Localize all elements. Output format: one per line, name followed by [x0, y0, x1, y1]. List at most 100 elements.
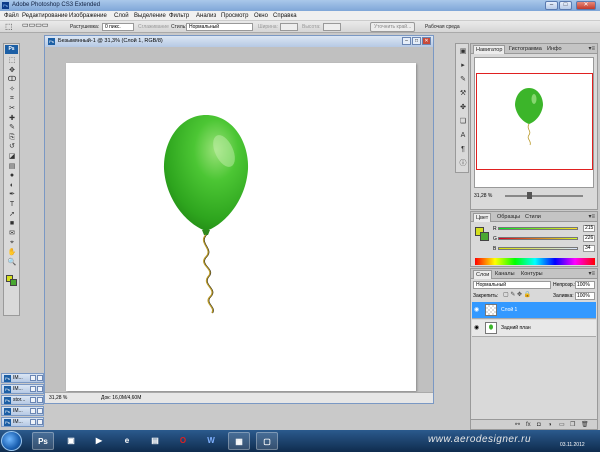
minimized-document[interactable]: Ps IM...	[1, 417, 44, 427]
character-icon[interactable]: A	[459, 132, 467, 140]
maximize-button[interactable]: □	[559, 1, 572, 10]
background-color-swatch[interactable]	[10, 279, 17, 286]
layer-row-background[interactable]: ◉ Задний план	[472, 320, 596, 337]
layers-panel-menu-icon[interactable]: ▾≡	[588, 270, 595, 278]
close-button[interactable]	[37, 397, 43, 403]
feather-input[interactable]: 0 пикс.	[102, 23, 134, 31]
blend-mode-select[interactable]: Нормальный	[473, 281, 551, 289]
layer-name[interactable]: Задний план	[501, 325, 531, 331]
menu-analysis[interactable]: Анализ	[196, 12, 216, 20]
navigator-zoom-handle[interactable]	[527, 192, 532, 199]
minimized-document[interactable]: Ps IM...	[1, 406, 44, 416]
gradient-icon[interactable]: ▤	[7, 163, 17, 170]
layer-name[interactable]: Слой 1	[501, 307, 517, 313]
selection-mode-icons[interactable]: ▭▭▭▭	[22, 22, 48, 29]
tab-layers[interactable]: Слои	[473, 270, 493, 279]
document-title-bar[interactable]: Ps Безымянный-1 @ 31,3% (Слой 1, RGB/8) …	[45, 36, 433, 47]
hand-icon[interactable]: ✋	[7, 249, 17, 256]
tab-paths[interactable]: Контуры	[519, 270, 545, 279]
blur-icon[interactable]: ●	[7, 172, 17, 179]
close-button[interactable]	[37, 386, 43, 392]
tab-color[interactable]: Цвет	[473, 213, 492, 222]
system-clock[interactable]: 03.11.2012	[560, 442, 585, 448]
antialias-checkbox[interactable]: Сглаживание	[138, 24, 169, 30]
zoom-icon[interactable]: 🔍	[7, 259, 17, 266]
tab-histogram[interactable]: Гистограмма	[507, 45, 544, 54]
channel-r-value[interactable]: 215	[583, 225, 595, 232]
trash-icon[interactable]: 🗑	[581, 421, 589, 429]
history-icon[interactable]: ▣	[459, 48, 467, 56]
doc-close-button[interactable]: ✕	[422, 37, 431, 45]
channel-b-value[interactable]: 34	[583, 245, 595, 252]
taskbar-photoshop[interactable]: Ps	[32, 432, 54, 450]
color-background-swatch[interactable]	[480, 232, 489, 241]
width-input[interactable]	[280, 23, 298, 31]
taskbar-explorer[interactable]: ▤	[144, 432, 166, 450]
tab-navigator[interactable]: Навигатор	[473, 45, 506, 54]
menu-filter[interactable]: Фильтр	[169, 12, 189, 20]
opacity-input[interactable]: 100%	[575, 281, 595, 289]
document-size[interactable]: Док: 16,0M/4,60M	[101, 395, 141, 401]
tab-styles[interactable]: Стили	[523, 213, 543, 222]
canvas-area[interactable]	[45, 47, 433, 391]
visibility-eye-icon[interactable]: ◉	[474, 307, 482, 313]
taskbar-folder[interactable]: ▢	[256, 432, 278, 450]
doc-maximize-button[interactable]: □	[412, 37, 421, 45]
layer-row-1[interactable]: ◉ Слой 1	[472, 302, 596, 319]
restore-button[interactable]	[30, 375, 36, 381]
layer-comps-icon[interactable]: ❏	[459, 118, 467, 126]
restore-button[interactable]	[30, 386, 36, 392]
refine-edge-button[interactable]: Уточнить край...	[370, 22, 416, 32]
brush-icon[interactable]: ✎	[7, 124, 17, 131]
tab-channels[interactable]: Каналы	[493, 270, 517, 279]
taskbar-network[interactable]: ▦	[228, 432, 250, 450]
channel-b-slider[interactable]	[498, 247, 578, 250]
minimized-document[interactable]: Ps IM...	[1, 384, 44, 394]
color-spectrum-bar[interactable]	[475, 258, 595, 265]
adjustment-icon[interactable]: ◑	[548, 421, 552, 429]
style-select[interactable]: Нормальный	[186, 23, 253, 31]
clone-stamp-icon[interactable]: ⎘	[7, 134, 17, 141]
eraser-icon[interactable]: ◪	[7, 153, 17, 160]
history-brush-icon[interactable]: ↺	[7, 143, 17, 150]
navigator-zoom-slider[interactable]	[505, 195, 583, 197]
channel-r-slider[interactable]	[498, 227, 578, 230]
lock-icons[interactable]: ▢ ✎ ✥ 🔒	[503, 292, 531, 299]
clone-source-icon[interactable]: ✤	[459, 104, 467, 112]
notes-icon[interactable]: ✉	[7, 230, 17, 237]
minimized-document[interactable]: Ps stor...	[1, 395, 44, 405]
taskbar-media[interactable]: ▶	[88, 432, 110, 450]
info-icon[interactable]: ⓘ	[459, 160, 467, 168]
tool-presets-icon[interactable]: ⚒	[459, 90, 467, 98]
channel-g-value[interactable]: 226	[583, 235, 595, 242]
magic-wand-icon[interactable]: ✧	[7, 86, 17, 93]
panel-menu-icon[interactable]: ▾≡	[588, 45, 595, 53]
restore-button[interactable]	[30, 397, 36, 403]
close-button[interactable]: ✕	[576, 1, 596, 10]
tab-swatches[interactable]: Образцы	[495, 213, 522, 222]
actions-icon[interactable]: ▸	[459, 62, 467, 70]
fill-input[interactable]: 100%	[575, 292, 595, 300]
visibility-eye-icon[interactable]: ◉	[474, 325, 482, 331]
minimize-button[interactable]: –	[545, 1, 558, 10]
workspace-menu[interactable]: Рабочая среда	[425, 24, 460, 30]
fx-icon[interactable]: fx	[526, 421, 531, 429]
dodge-icon[interactable]: ◐	[7, 182, 17, 189]
crop-icon[interactable]: ⌗	[7, 95, 17, 102]
menu-file[interactable]: Файл	[4, 12, 19, 20]
height-input[interactable]	[323, 23, 341, 31]
healing-icon[interactable]: ✚	[7, 115, 17, 122]
taskbar-word[interactable]: W	[200, 432, 222, 450]
start-button[interactable]	[1, 431, 22, 451]
group-icon[interactable]: ▭	[559, 421, 565, 429]
close-button[interactable]	[37, 375, 43, 381]
brushes-icon[interactable]: ✎	[459, 76, 467, 84]
navigator-preview[interactable]	[474, 57, 594, 188]
lasso-icon[interactable]: ↀ	[7, 76, 17, 83]
channel-g-slider[interactable]	[498, 237, 578, 240]
taskbar-ie[interactable]: e	[116, 432, 138, 450]
close-button[interactable]	[37, 408, 43, 414]
eyedropper-icon[interactable]: ⌖	[7, 239, 17, 246]
close-button[interactable]	[37, 419, 43, 425]
restore-button[interactable]	[30, 419, 36, 425]
